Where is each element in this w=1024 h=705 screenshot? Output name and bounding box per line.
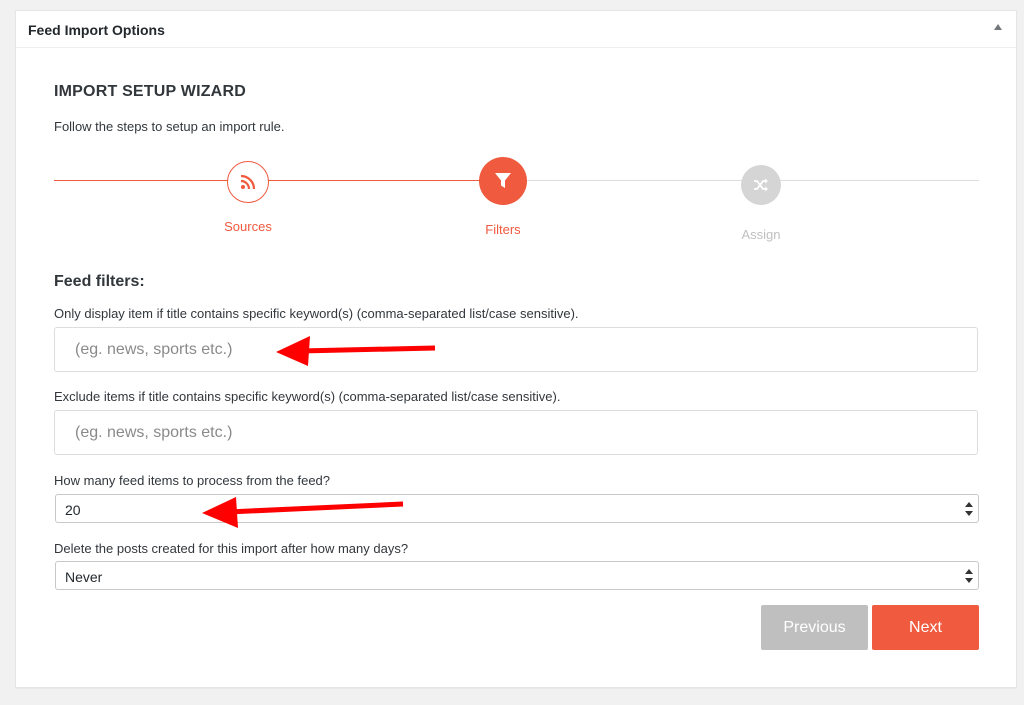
panel-header: Feed Import Options [16,11,1016,48]
step-sources[interactable]: Sources [188,161,308,234]
select-arrows-icon [965,502,973,516]
step-label-filters: Filters [485,222,521,237]
step-filters[interactable]: Filters [443,157,563,237]
feed-import-options-panel: Feed Import Options IMPORT SETUP WIZARD … [15,10,1017,688]
filter-icon [479,157,527,205]
delete-after-label: Delete the posts created for this import… [54,541,409,556]
wizard-title: IMPORT SETUP WIZARD [54,83,246,100]
step-label-sources: Sources [224,219,272,234]
next-button[interactable]: Next [872,605,979,650]
item-count-select[interactable]: 20 [55,494,979,523]
step-assign[interactable]: Assign [701,165,821,242]
collapse-toggle-icon[interactable] [994,24,1002,30]
item-count-value: 20 [65,502,81,518]
feed-filters-title: Feed filters: [54,273,145,290]
exclude-keywords-label: Exclude items if title contains specific… [54,389,561,404]
include-keywords-label: Only display item if title contains spec… [54,306,579,321]
previous-button[interactable]: Previous [761,605,868,650]
select-arrows-icon [965,569,973,583]
include-keywords-input[interactable] [54,327,978,372]
exclude-keywords-input[interactable] [54,410,978,455]
delete-after-select[interactable]: Never [55,561,979,590]
delete-after-value: Never [65,569,103,585]
rss-icon [227,161,269,203]
item-count-label: How many feed items to process from the … [54,473,331,488]
step-label-assign: Assign [741,227,781,242]
panel-title: Feed Import Options [28,22,165,38]
wizard-subtitle: Follow the steps to setup an import rule… [54,119,285,134]
shuffle-icon [741,165,781,205]
